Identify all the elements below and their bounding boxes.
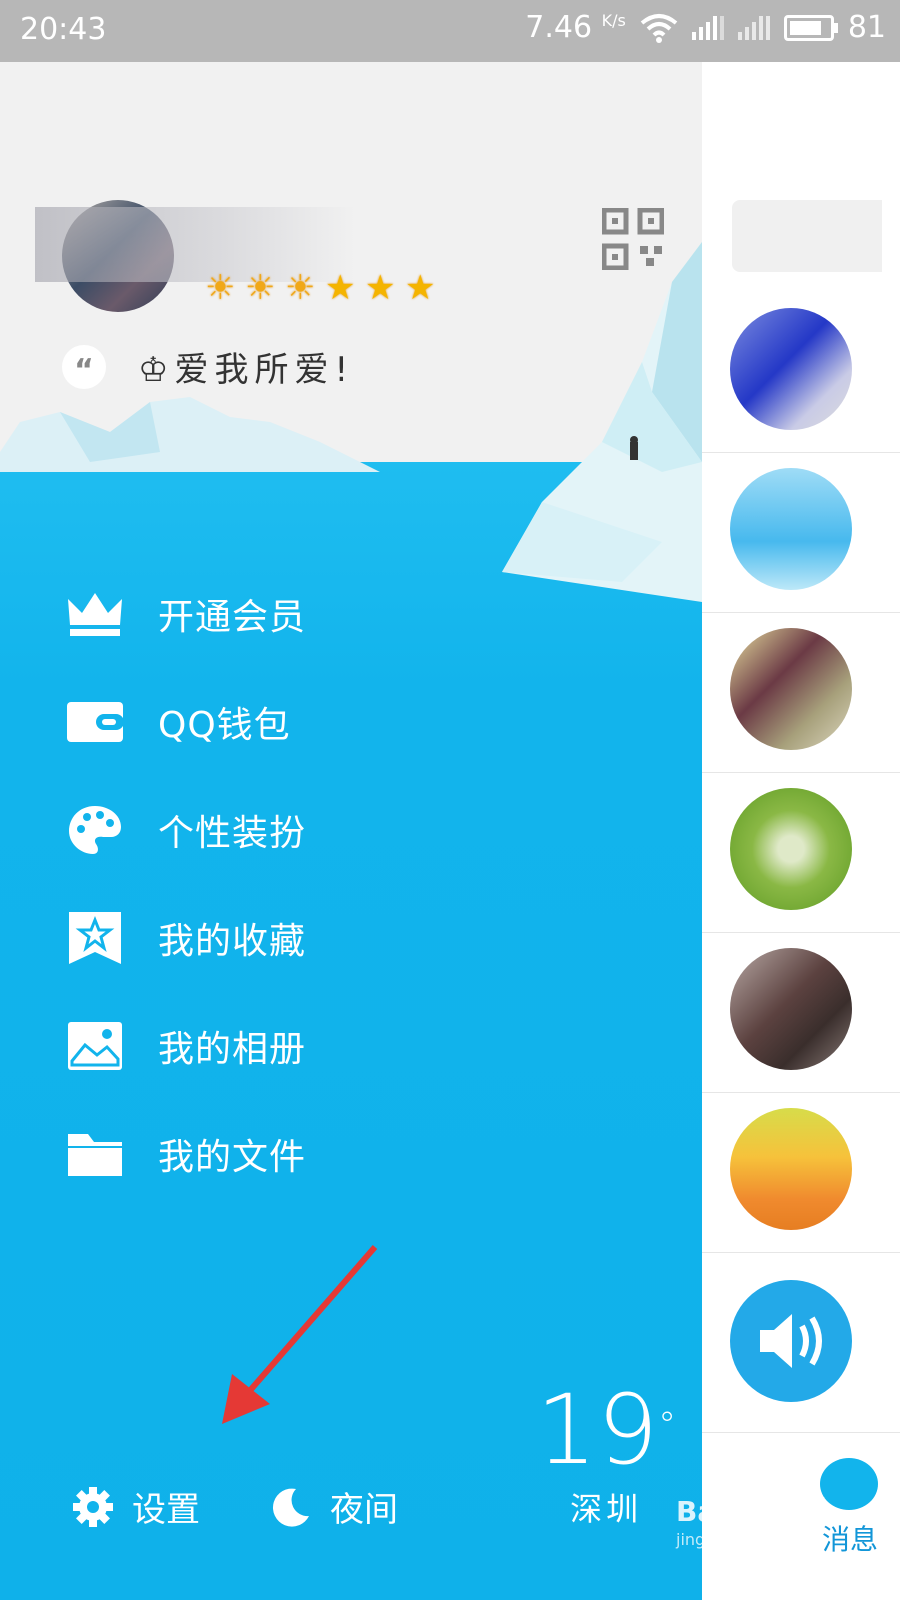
qr-code-icon[interactable]: [602, 208, 664, 270]
status-bar: 20:43 7.46 K/s 81: [0, 0, 900, 62]
conversation-list-peek: 消息: [702, 62, 900, 1600]
star-icon: ★: [405, 268, 436, 308]
avatar: [730, 948, 852, 1070]
avatar: [730, 788, 852, 910]
level-badges[interactable]: ☀ ☀ ☀ ★ ★ ★: [205, 271, 439, 305]
weather-widget[interactable]: 19° 深圳: [536, 1382, 676, 1530]
menu-item-album[interactable]: 我的相册: [66, 992, 306, 1100]
watermark: Baidu 经验 jingyan.baidu.com: [676, 1495, 832, 1549]
menu-label: 开通会员: [158, 597, 307, 638]
sun-icon: ☀: [285, 268, 316, 308]
conversation-row[interactable]: [702, 292, 900, 453]
crown-icon: [66, 589, 124, 639]
sun-icon: ☀: [245, 268, 276, 308]
conversation-row[interactable]: [702, 1252, 900, 1433]
annotation-arrow: [222, 1245, 378, 1424]
moon-icon: [272, 1488, 309, 1527]
conversation-row[interactable]: [702, 1092, 900, 1253]
avatar: [730, 468, 852, 590]
quote-icon: “: [62, 344, 106, 389]
signature-row[interactable]: “ ♔爱我所爱!: [62, 342, 354, 391]
gear-icon: [73, 1486, 113, 1527]
settings-label: 设置: [132, 1490, 200, 1530]
search-box[interactable]: [732, 200, 882, 272]
status-icons: 7.46 K/s 81: [525, 10, 886, 45]
menu-item-theme[interactable]: 个性装扮: [66, 776, 306, 884]
avatar: [730, 308, 852, 430]
menu-label: 我的收藏: [158, 921, 307, 962]
menu-item-favorites[interactable]: 我的收藏: [66, 884, 306, 992]
night-mode-button[interactable]: 夜间: [270, 1482, 398, 1531]
iceberg-left-decoration: [0, 397, 380, 472]
network-speed: 7.46 K/s: [525, 10, 626, 45]
signal-1-icon: [691, 15, 724, 40]
battery-level: 81: [847, 10, 886, 45]
battery-icon: [783, 14, 838, 41]
speaker-icon: [760, 1314, 822, 1368]
side-drawer: ☀ ☀ ☀ ★ ★ ★ “ ♔爱我所爱! 开通会员 QQ钱包 个性装扮 我的收藏…: [0, 62, 702, 1600]
menu-label: 我的相册: [158, 1029, 307, 1070]
picture-icon: [66, 1021, 124, 1071]
menu-item-vip[interactable]: 开通会员: [66, 560, 306, 668]
speaker-avatar: [730, 1280, 852, 1402]
menu-label: QQ钱包: [158, 705, 291, 746]
menu-item-wallet[interactable]: QQ钱包: [66, 668, 306, 776]
folder-icon: [66, 1129, 124, 1179]
avatar: [730, 1108, 852, 1230]
drawer-menu: 开通会员 QQ钱包 个性装扮 我的收藏 我的相册 我的文件: [66, 560, 306, 1208]
conversation-row[interactable]: [702, 932, 900, 1093]
menu-label: 我的文件: [158, 1137, 307, 1178]
settings-button[interactable]: 设置: [72, 1482, 200, 1531]
iceberg-right-decoration: [502, 242, 702, 602]
conversation-row[interactable]: [702, 612, 900, 773]
menu-item-files[interactable]: 我的文件: [66, 1100, 306, 1208]
wifi-icon: [640, 13, 678, 43]
signature-text: ♔爱我所爱!: [138, 350, 355, 390]
wallet-icon: [66, 697, 124, 747]
bookmark-star-icon: [66, 912, 124, 964]
palette-icon: [66, 805, 124, 855]
temperature: 19°: [536, 1374, 677, 1486]
night-mode-label: 夜间: [330, 1490, 398, 1530]
sun-icon: ☀: [205, 268, 236, 308]
star-icon: ★: [365, 268, 396, 308]
menu-label: 个性装扮: [158, 813, 307, 854]
city-name: 深圳: [570, 1490, 643, 1528]
star-icon: ★: [325, 268, 356, 308]
clock: 20:43: [20, 12, 107, 47]
conversation-row[interactable]: [702, 772, 900, 933]
signal-2-icon: [737, 15, 770, 40]
avatar: [730, 628, 852, 750]
conversation-row[interactable]: [702, 452, 900, 613]
